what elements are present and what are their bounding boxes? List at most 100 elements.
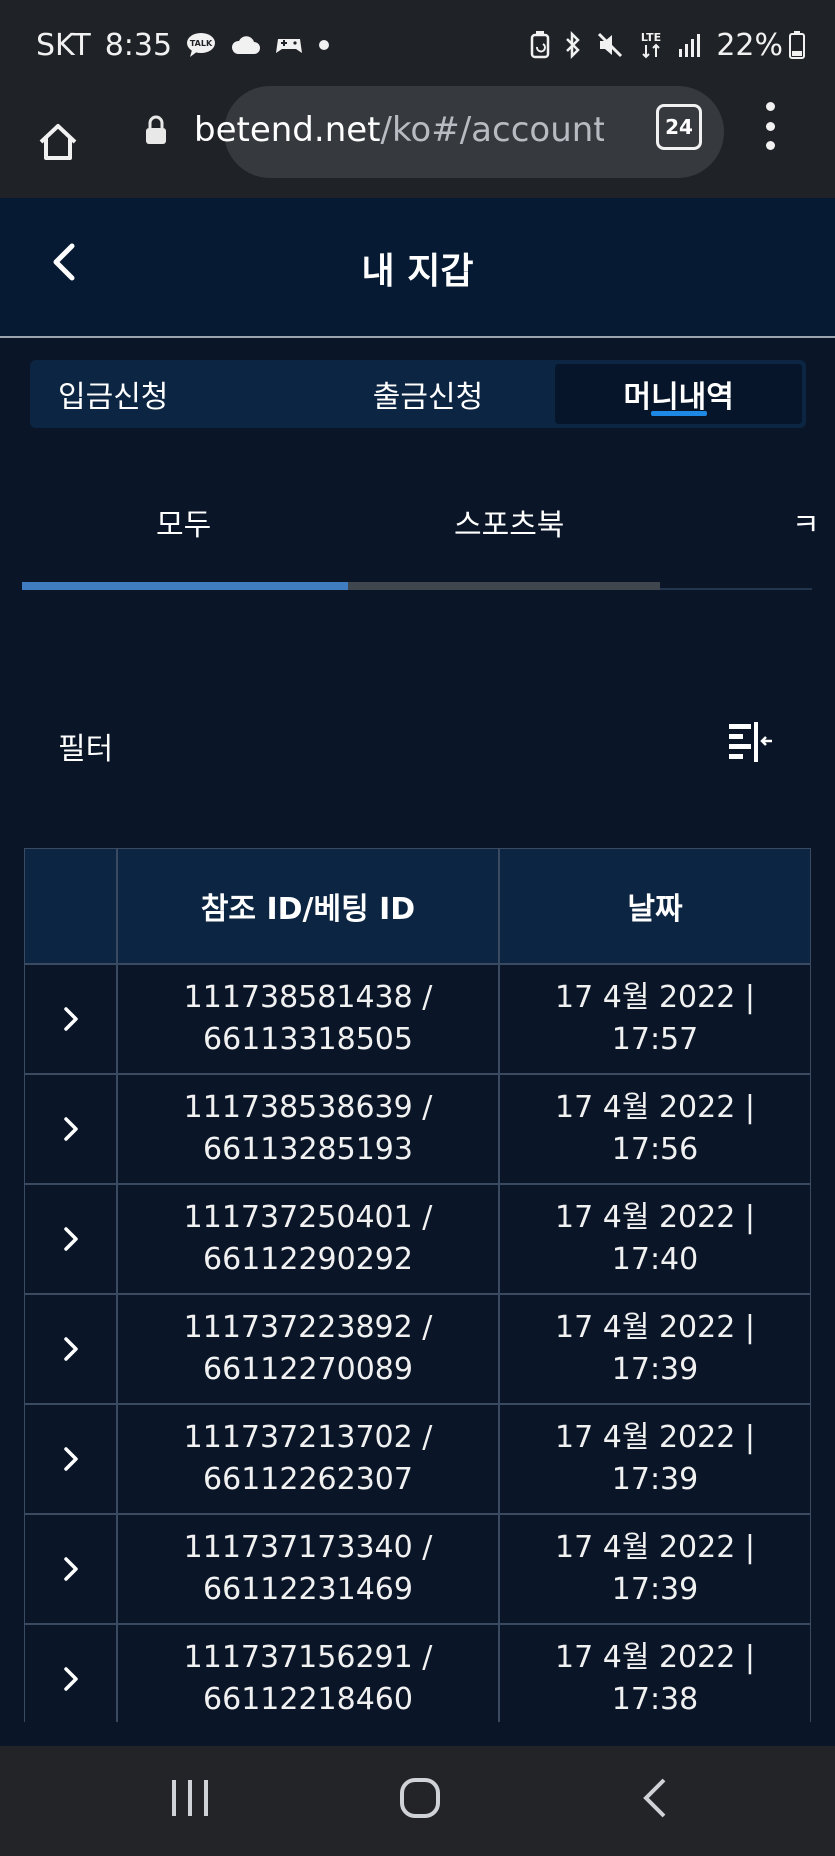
date-value: 17 4월 2022 | [555, 980, 755, 1015]
time-value: 17:39 [611, 1352, 699, 1387]
date-value: 17 4월 2022 | [555, 1310, 755, 1345]
date-cell: 17 4월 2022 | 17:57 [499, 964, 811, 1074]
time-value: 17:56 [611, 1132, 699, 1167]
table-row[interactable]: 111738538639 / 66113285193 17 4월 2022 | 17:… [24, 1074, 811, 1184]
row-expand-chevron-icon [63, 1337, 78, 1361]
date-value: 17 4월 2022 | [555, 1530, 755, 1565]
subtab-sportsbook[interactable]: 스포츠북 [454, 500, 564, 544]
subtab-all[interactable]: 모두 [156, 500, 211, 544]
reference-id: 111738538639 / [183, 1090, 433, 1125]
row-expand-button[interactable] [24, 1184, 117, 1294]
reference-id-cell: 111737213702 / 66112262307 [117, 1404, 499, 1514]
date-cell: 17 4월 2022 | 17:39 [499, 1404, 811, 1514]
bet-id: 66112231469 [203, 1572, 413, 1607]
date-value: 17 4월 2022 | [555, 1420, 755, 1455]
bet-id: 66112290292 [203, 1242, 413, 1277]
subtab-active-indicator [22, 582, 348, 590]
system-nav-bar [0, 1746, 835, 1856]
header-expand [24, 848, 117, 964]
reference-id-cell: 111737173340 / 66112231469 [117, 1514, 499, 1624]
row-expand-chevron-icon [63, 1557, 78, 1581]
row-expand-button[interactable] [24, 1624, 117, 1722]
reference-id: 111737156291 / [183, 1640, 433, 1675]
signal-icon [678, 33, 702, 57]
category-tabs: 모두 스포츠북 ㅋ [22, 500, 820, 590]
table-row[interactable]: 111737250401 / 66112290292 17 4월 2022 | 17:… [24, 1184, 811, 1294]
table-row[interactable]: 111737213702 / 66112262307 17 4월 2022 | 17:… [24, 1404, 811, 1514]
mute-icon [596, 31, 624, 59]
reference-id: 111738581438 / [183, 980, 433, 1015]
reference-id: 111737213702 / [183, 1420, 433, 1455]
more-vert-icon[interactable] [760, 102, 780, 150]
cloud-icon [230, 34, 261, 56]
table-row[interactable]: 111737223892 / 66112270089 17 4월 2022 | 17:… [24, 1294, 811, 1404]
app-header: 내 지갑 [0, 198, 835, 338]
filter-label: 필터 [58, 732, 114, 767]
date-value: 17 4월 2022 | [555, 1090, 755, 1125]
tabs-icon[interactable]: 24 [656, 104, 702, 150]
wallet-tabs: 입금신청 출금신청 머니내역 [30, 360, 806, 428]
transactions-table: 참조 ID/베팅 ID 날짜 111738581438 / 66113318505… [24, 848, 811, 1722]
time-value: 17:39 [611, 1462, 699, 1497]
time-value: 17:39 [611, 1572, 699, 1607]
row-expand-button[interactable] [24, 1404, 117, 1514]
row-expand-chevron-icon [63, 1117, 78, 1141]
game-icon [274, 33, 304, 57]
date-cell: 17 4월 2022 | 17:56 [499, 1074, 811, 1184]
header-date: 날짜 [499, 848, 811, 964]
tab-money-history-label: 머니내역 [623, 380, 734, 415]
browser-toolbar: betend.net/ko#/account 24 [0, 86, 835, 198]
row-expand-button[interactable] [24, 1294, 117, 1404]
time-value: 17:57 [611, 1022, 699, 1057]
time-value: 17:38 [611, 1682, 699, 1717]
reference-id-cell: 111738538639 / 66113285193 [117, 1074, 499, 1184]
table-row[interactable]: 111738581438 / 66113318505 17 4월 2022 | 17:… [24, 964, 811, 1074]
back-nav-icon[interactable] [640, 1776, 670, 1824]
reference-id: 111737173340 / [183, 1530, 433, 1565]
subtab-scrollbar [348, 582, 660, 590]
carrier-label: SKT [36, 27, 91, 63]
battery-percent: 22% [716, 27, 783, 63]
page-title: 내 지갑 [361, 251, 474, 292]
recent-apps-icon[interactable] [170, 1776, 210, 1824]
table-header: 참조 ID/베팅 ID 날짜 [24, 848, 811, 964]
talk-badge-text: TALK [190, 39, 213, 48]
bet-id: 66113318505 [203, 1022, 413, 1057]
home-icon [39, 124, 77, 160]
filter-collapse-icon[interactable] [724, 720, 778, 770]
date-cell: 17 4월 2022 | 17:40 [499, 1184, 811, 1294]
date-cell: 17 4월 2022 | 17:39 [499, 1514, 811, 1624]
home-button[interactable] [28, 112, 88, 172]
lte-label: LTE [641, 31, 661, 44]
date-value: 17 4월 2022 | [555, 1200, 755, 1235]
row-expand-button[interactable] [24, 1074, 117, 1184]
row-expand-button[interactable] [24, 1514, 117, 1624]
tab-money-history[interactable]: 머니내역 [555, 364, 803, 424]
reference-id: 111737223892 / [183, 1310, 433, 1345]
reference-id-cell: 111737156291 / 66112218460 [117, 1624, 499, 1722]
tab-count: 24 [665, 115, 693, 139]
active-tab-indicator [650, 411, 707, 416]
subtab-casino-truncated[interactable]: ㅋ [792, 500, 820, 544]
tab-withdraw[interactable]: 출금신청 [305, 360, 552, 428]
talk-icon: TALK [186, 32, 216, 58]
row-expand-chevron-icon [63, 1007, 78, 1031]
row-expand-chevron-icon [63, 1227, 78, 1251]
tab-deposit[interactable]: 입금신청 [30, 360, 305, 428]
notification-dot-icon [318, 39, 330, 51]
battery-saver-icon [530, 31, 550, 59]
row-expand-button[interactable] [24, 964, 117, 1074]
bet-id: 66112218460 [203, 1682, 413, 1717]
bet-id: 66112262307 [203, 1462, 413, 1497]
date-cell: 17 4월 2022 | 17:38 [499, 1624, 811, 1722]
table-row[interactable]: 111737156291 / 66112218460 17 4월 2022 | 17:… [24, 1624, 811, 1722]
bet-id: 66112270089 [203, 1352, 413, 1387]
tab-withdraw-label: 출금신청 [372, 380, 484, 415]
date-value: 17 4월 2022 | [555, 1640, 755, 1675]
table-row[interactable]: 111737173340 / 66112231469 17 4월 2022 | 17:… [24, 1514, 811, 1624]
bluetooth-icon [564, 31, 582, 59]
row-expand-chevron-icon [63, 1667, 78, 1691]
home-circle-icon[interactable] [398, 1776, 442, 1824]
url-field[interactable]: betend.net/ko#/account [112, 86, 724, 178]
url-host: betend.net [194, 110, 381, 150]
